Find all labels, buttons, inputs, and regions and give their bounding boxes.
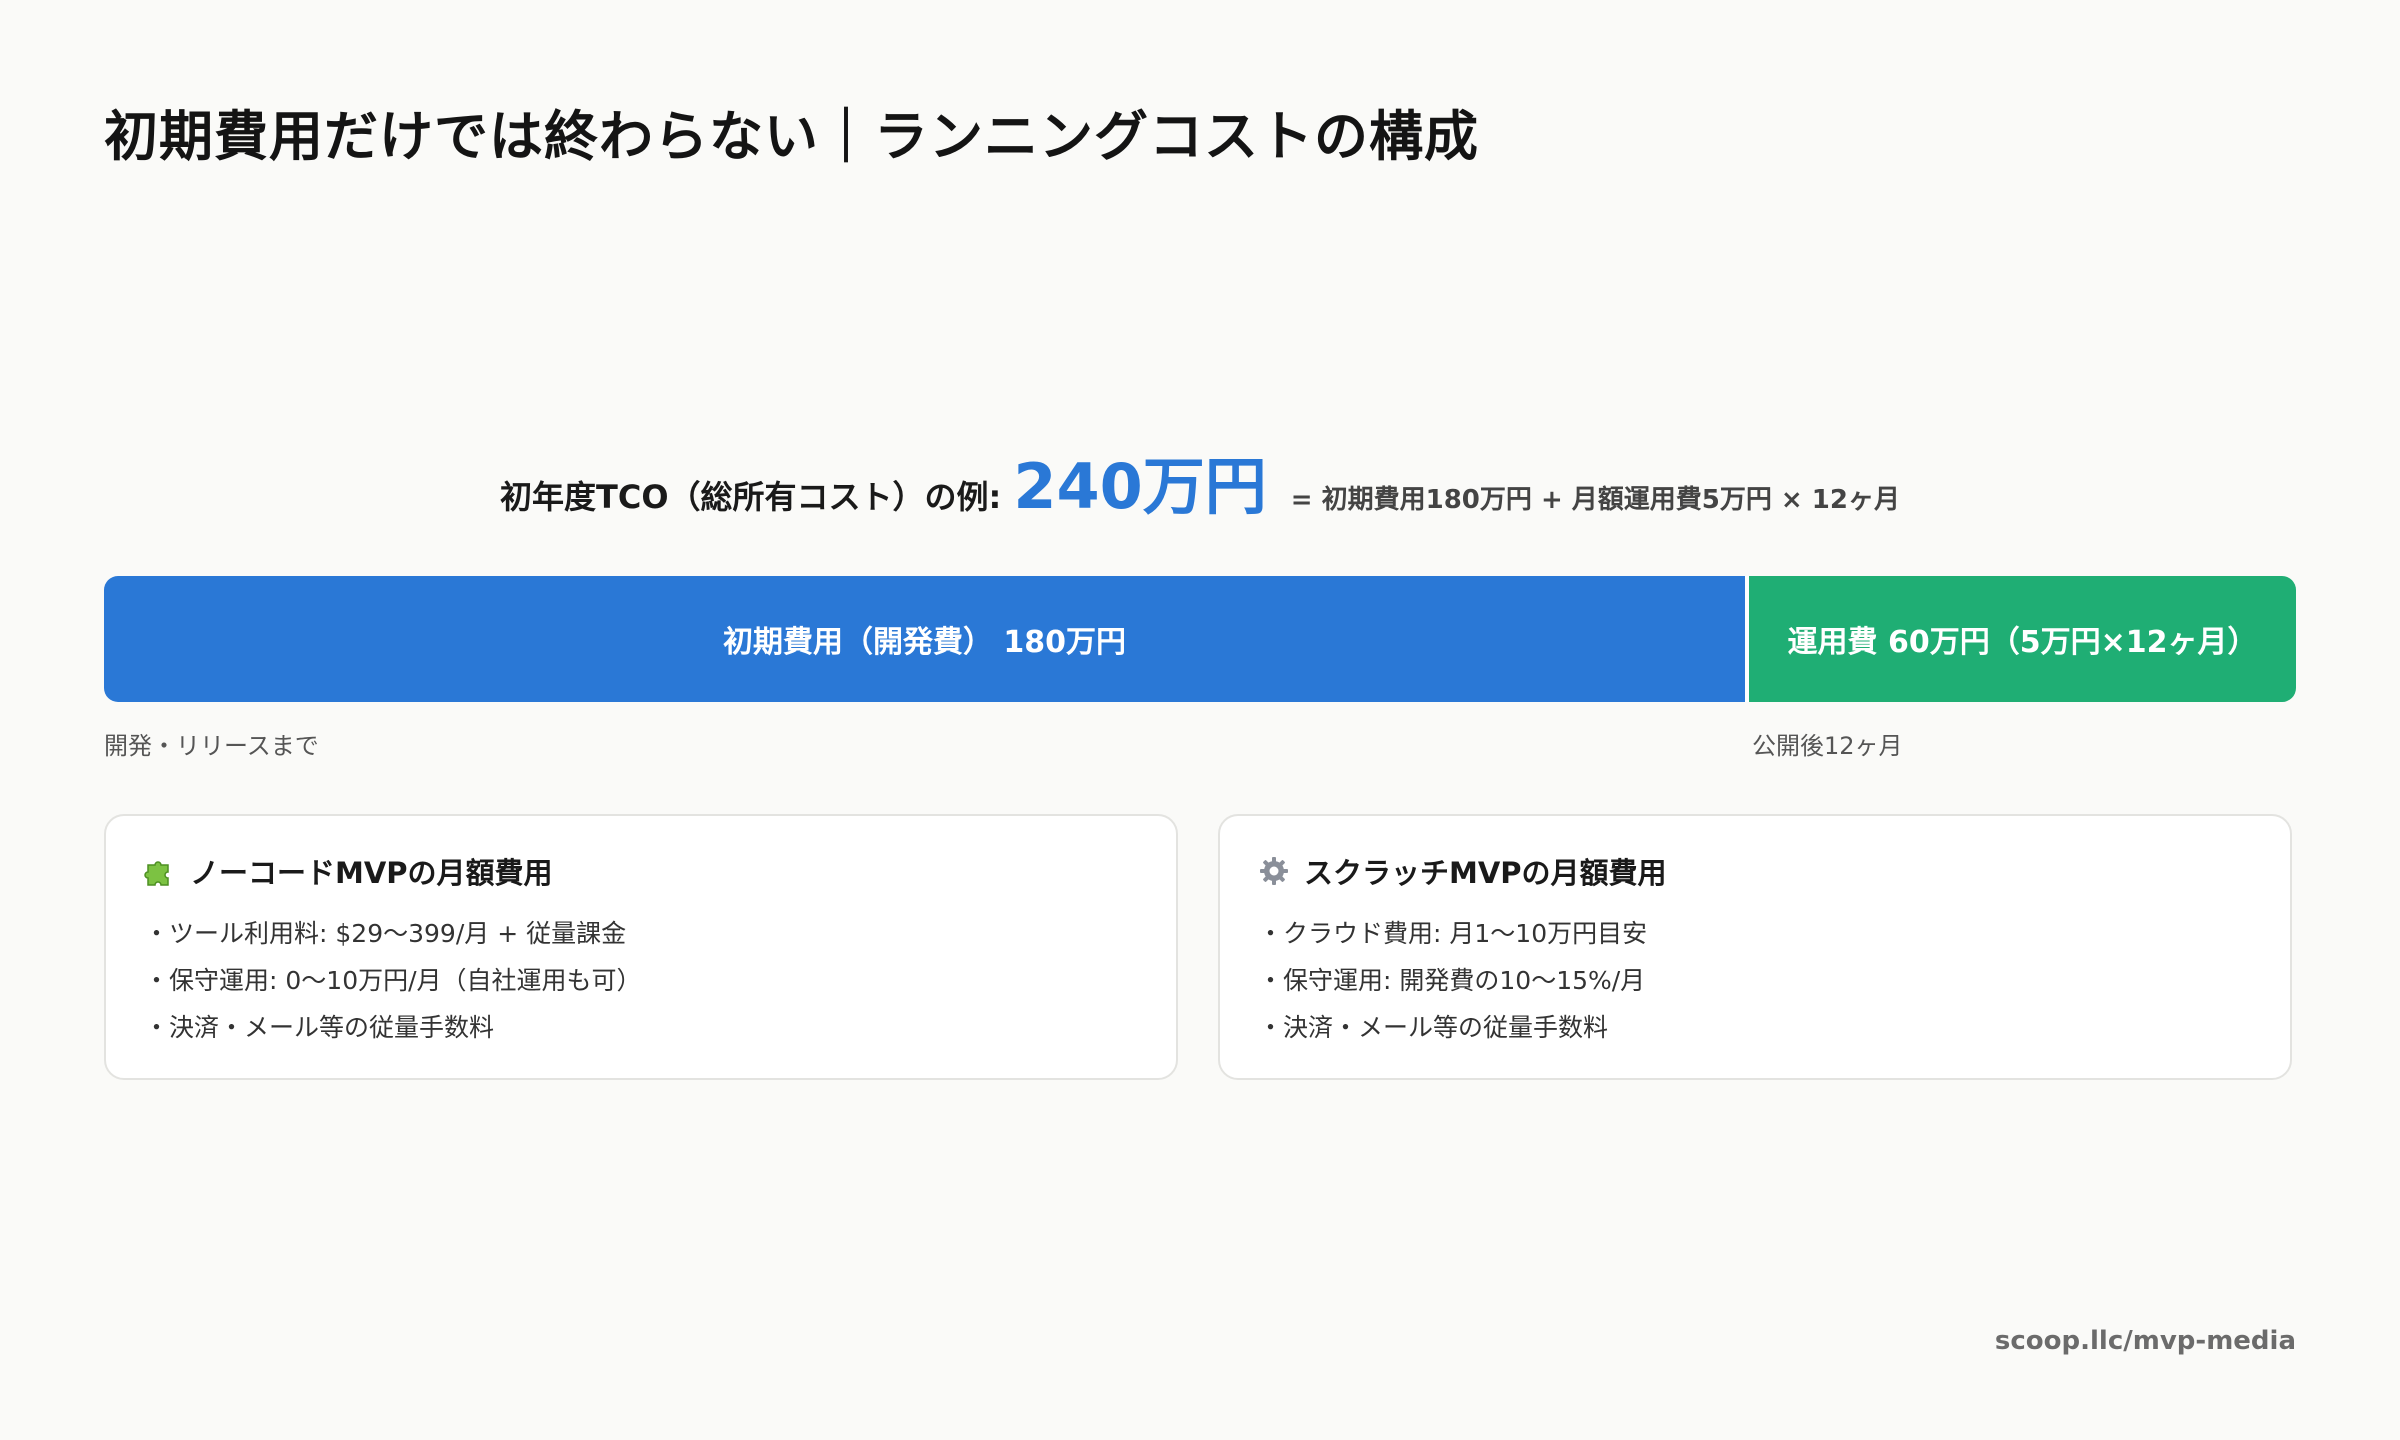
nocode-card-header: ノーコードMVPの月額費用: [144, 850, 1138, 892]
nocode-card-list: ツール利用料: $29〜399/月 + 従量課金 保守運用: 0〜10万円/月（…: [144, 910, 1138, 1051]
nocode-card: ノーコードMVPの月額費用 ツール利用料: $29〜399/月 + 従量課金 保…: [104, 814, 1178, 1080]
list-item: 保守運用: 開発費の10〜15%/月: [1258, 957, 2252, 1004]
running-cost-segment: 運用費 60万円（5万円×12ヶ月）: [1749, 576, 2296, 702]
list-item: クラウド費用: 月1〜10万円目安: [1258, 910, 2252, 957]
tco-value: 240万円: [1013, 450, 1267, 523]
tco-formula: = 初期費用180万円 + 月額運用費5万円 × 12ヶ月: [1290, 485, 1900, 515]
list-item: 決済・メール等の従量手数料: [144, 1004, 1138, 1051]
scratch-card: スクラッチMVPの月額費用 クラウド費用: 月1〜10万円目安 保守運用: 開発…: [1218, 814, 2292, 1080]
tco-summary: 初年度TCO（総所有コスト）の例: 240万円 = 初期費用180万円 + 月額…: [0, 436, 2400, 523]
list-item: ツール利用料: $29〜399/月 + 従量課金: [144, 910, 1138, 957]
running-cost-note: 公開後12ヶ月: [1752, 732, 1903, 760]
puzzle-piece-icon: [144, 855, 176, 887]
scratch-card-list: クラウド費用: 月1〜10万円目安 保守運用: 開発費の10〜15%/月 決済・…: [1258, 910, 2252, 1051]
initial-cost-note: 開発・リリースまで: [104, 732, 319, 760]
nocode-card-title: ノーコードMVPの月額費用: [190, 856, 553, 890]
list-item: 決済・メール等の従量手数料: [1258, 1004, 2252, 1051]
scratch-card-title: スクラッチMVPの月額費用: [1304, 856, 1667, 890]
tco-label: 初年度TCO（総所有コスト）の例:: [500, 478, 1002, 516]
page-title: 初期費用だけでは終わらない｜ランニングコストの構成: [104, 105, 1479, 168]
scratch-card-header: スクラッチMVPの月額費用: [1258, 850, 2252, 892]
list-item: 保守運用: 0〜10万円/月（自社運用も可）: [144, 957, 1138, 1004]
initial-cost-segment: 初期費用（開発費） 180万円: [104, 576, 1749, 702]
gear-icon: [1258, 855, 1290, 887]
footer-url: scoop.llc/mvp-media: [1994, 1326, 2296, 1356]
cost-breakdown-bar: 初期費用（開発費） 180万円 運用費 60万円（5万円×12ヶ月）: [104, 576, 2296, 702]
